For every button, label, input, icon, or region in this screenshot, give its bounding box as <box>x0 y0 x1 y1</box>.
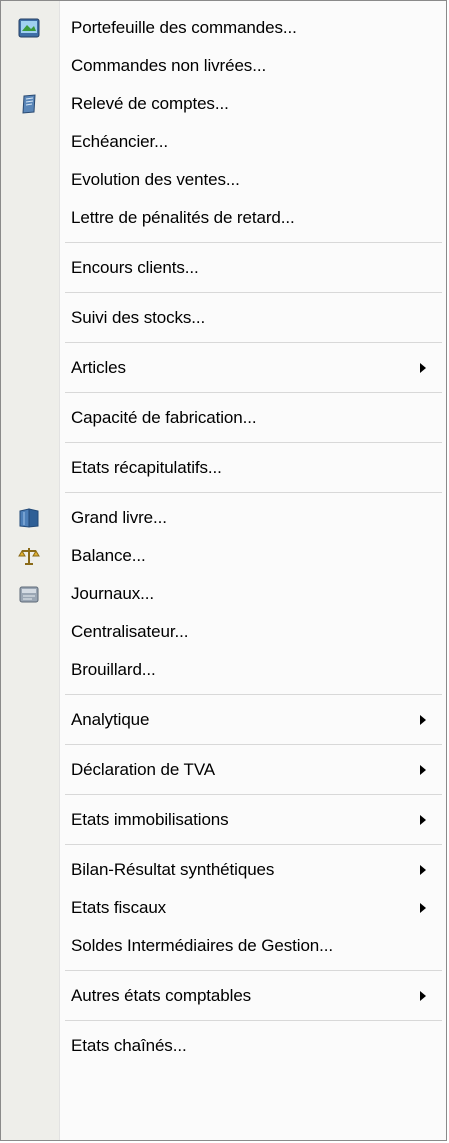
menu-item-grand-livre[interactable]: Grand livre... <box>1 499 446 537</box>
menu-item-brouillard[interactable]: Brouillard... <box>1 651 446 689</box>
menu-item-balance[interactable]: Balance... <box>1 537 446 575</box>
menu-item-label: Journaux... <box>71 584 155 603</box>
menu-item-label: Encours clients... <box>71 258 199 277</box>
menu-item-portefeuille-des-commandes[interactable]: Portefeuille des commandes... <box>1 9 446 47</box>
menu-item-etats-recapitulatifs[interactable]: Etats récapitulatifs... <box>1 449 446 487</box>
menu-item-bilan-resultat-synthetiques[interactable]: Bilan-Résultat synthétiques <box>1 851 446 889</box>
menu-list: Portefeuille des commandes... Commandes … <box>1 9 446 1065</box>
menu-item-label: Centralisateur... <box>71 622 189 641</box>
menu-item-label: Suivi des stocks... <box>71 308 206 327</box>
menu-item-encours-clients[interactable]: Encours clients... <box>1 249 446 287</box>
menu-item-label: Grand livre... <box>71 508 167 527</box>
journal-icon <box>19 586 39 603</box>
menu-item-evolution-des-ventes[interactable]: Evolution des ventes... <box>1 161 446 199</box>
menu-item-label: Evolution des ventes... <box>71 170 240 189</box>
menu-item-lettre-de-penalites[interactable]: Lettre de pénalités de retard... <box>1 199 446 237</box>
menu-separator <box>1 689 446 701</box>
submenu-arrow-icon <box>420 765 426 775</box>
menu-separator <box>1 437 446 449</box>
menu-item-label: Relevé de comptes... <box>71 94 229 113</box>
menu-item-journaux[interactable]: Journaux... <box>1 575 446 613</box>
menu-item-label: Etats fiscaux <box>71 898 167 917</box>
menu-item-label: Articles <box>71 358 126 377</box>
menu-item-autres-etats-comptables[interactable]: Autres états comptables <box>1 977 446 1015</box>
menu-separator <box>1 287 446 299</box>
menu-item-etats-immobilisations[interactable]: Etats immobilisations <box>1 801 446 839</box>
menu-item-declaration-de-tva[interactable]: Déclaration de TVA <box>1 751 446 789</box>
menu-item-label: Autres états comptables <box>71 986 252 1005</box>
menu-item-commandes-non-livrees[interactable]: Commandes non livrées... <box>1 47 446 85</box>
menu-separator <box>1 965 446 977</box>
menu-item-echeancier[interactable]: Echéancier... <box>1 123 446 161</box>
menu-item-label: Commandes non livrées... <box>71 56 267 75</box>
menu-item-soldes-intermediaires-de-gestion[interactable]: Soldes Intermédiaires de Gestion... <box>1 927 446 965</box>
submenu-arrow-icon <box>420 815 426 825</box>
submenu-arrow-icon <box>420 363 426 373</box>
menu-item-label: Etats immobilisations <box>71 810 229 829</box>
menu-item-label: Déclaration de TVA <box>71 760 216 779</box>
menu-separator <box>1 237 446 249</box>
menu-item-label: Soldes Intermédiaires de Gestion... <box>71 936 334 955</box>
menu-item-label: Bilan-Résultat synthétiques <box>71 860 275 879</box>
menu-separator <box>1 839 446 851</box>
menu-item-etats-fiscaux[interactable]: Etats fiscaux <box>1 889 446 927</box>
menu-item-label: Balance... <box>71 546 146 565</box>
menu-item-capacite-de-fabrication[interactable]: Capacité de fabrication... <box>1 399 446 437</box>
scales-icon <box>18 548 40 565</box>
menu-separator <box>1 387 446 399</box>
menu-item-label: Analytique <box>71 710 150 729</box>
menu-item-label: Lettre de pénalités de retard... <box>71 208 295 227</box>
menu-item-suivi-des-stocks[interactable]: Suivi des stocks... <box>1 299 446 337</box>
ledger-icon <box>19 508 39 528</box>
statement-icon <box>22 94 36 114</box>
menu-item-releve-de-comptes[interactable]: Relevé de comptes... <box>1 85 446 123</box>
menu-item-articles[interactable]: Articles <box>1 349 446 387</box>
menu-item-label: Brouillard... <box>71 660 156 679</box>
menu-separator <box>1 739 446 751</box>
menu-item-label: Portefeuille des commandes... <box>71 18 297 37</box>
menu-item-centralisateur[interactable]: Centralisateur... <box>1 613 446 651</box>
menu-item-label: Etats chaînés... <box>71 1036 187 1055</box>
context-menu: Portefeuille des commandes... Commandes … <box>0 0 447 1141</box>
menu-item-label: Etats récapitulatifs... <box>71 458 222 477</box>
menu-separator <box>1 487 446 499</box>
menu-item-label: Echéancier... <box>71 132 168 151</box>
menu-separator <box>1 789 446 801</box>
submenu-arrow-icon <box>420 991 426 1001</box>
menu-separator <box>1 1015 446 1027</box>
menu-item-analytique[interactable]: Analytique <box>1 701 446 739</box>
submenu-arrow-icon <box>420 903 426 913</box>
menu-item-label: Capacité de fabrication... <box>71 408 257 427</box>
portfolio-icon <box>18 18 40 38</box>
menu-item-etats-chaines[interactable]: Etats chaînés... <box>1 1027 446 1065</box>
menu-separator <box>1 337 446 349</box>
submenu-arrow-icon <box>420 865 426 875</box>
submenu-arrow-icon <box>420 715 426 725</box>
